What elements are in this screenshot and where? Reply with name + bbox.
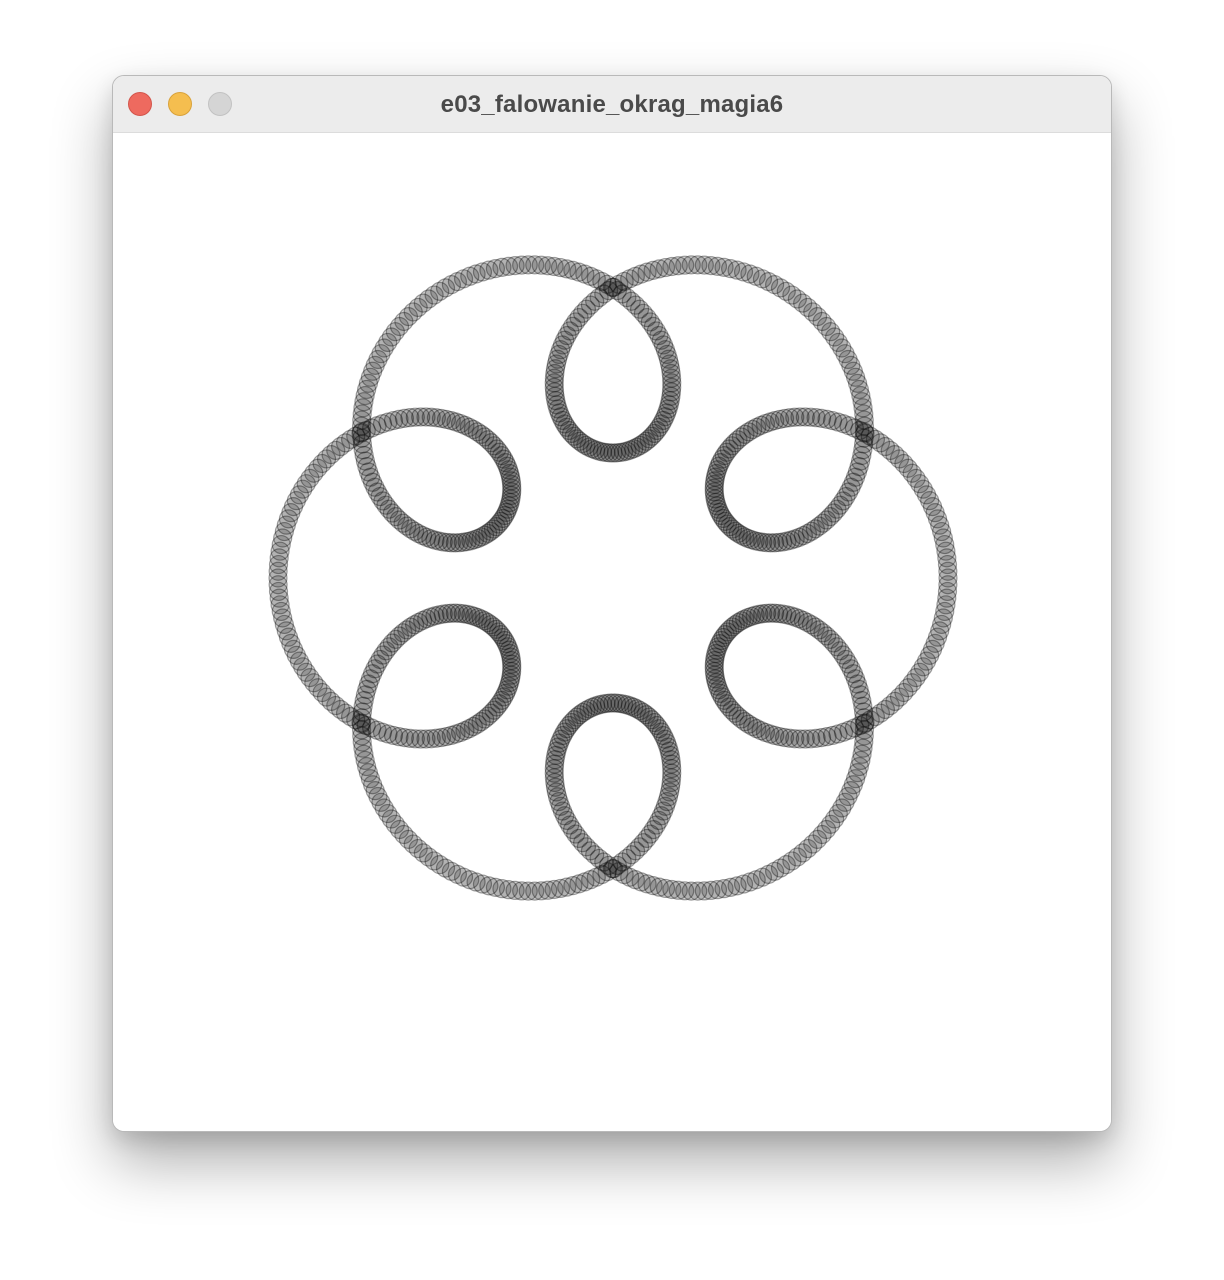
sketch-dot [606,443,627,463]
title-bar[interactable]: e03_falowanie_okrag_magia6 [113,76,1111,133]
sketch-canvas[interactable] [113,133,1111,1131]
app-window: e03_falowanie_okrag_magia6 [112,75,1112,1132]
window-title: e03_falowanie_okrag_magia6 [440,91,784,118]
sketch-drawing [268,255,958,901]
